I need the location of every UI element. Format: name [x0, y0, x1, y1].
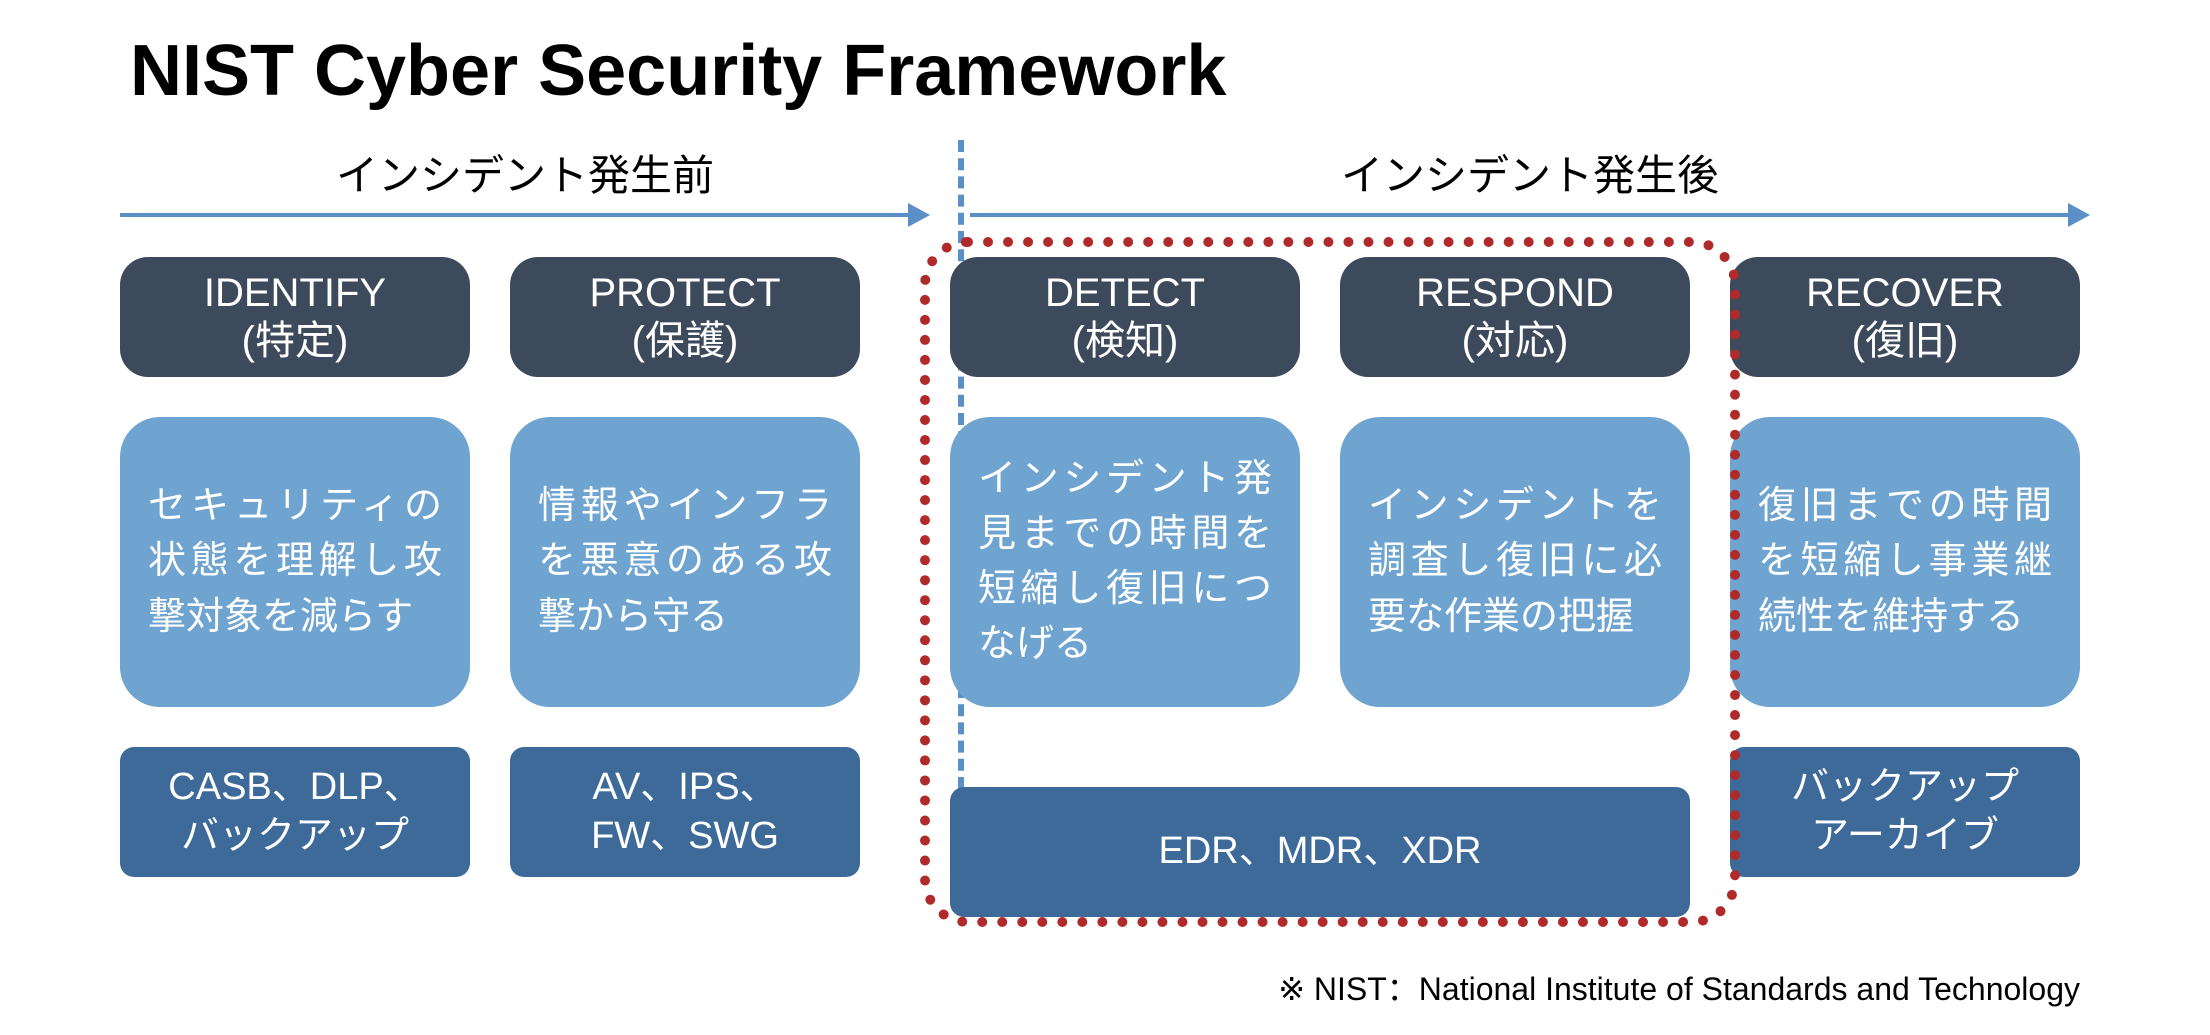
header-jp: (保護) — [632, 317, 739, 365]
page-title: NIST Cyber Security Framework — [130, 30, 2090, 112]
header-recover: RECOVER (復旧) — [1730, 257, 2080, 377]
diagram-page: NIST Cyber Security Framework インシデント発生前 … — [0, 0, 2210, 1035]
desc-protect: 情報やインフラを悪意のある攻撃から守る — [510, 417, 860, 707]
header-en: RECOVER — [1806, 269, 2004, 317]
phase-pre-label: インシデント発生前 — [120, 142, 930, 203]
phase-post: インシデント発生後 — [970, 142, 2090, 227]
phase-pre: インシデント発生前 — [120, 142, 930, 227]
header-detect: DETECT (検知) — [950, 257, 1300, 377]
header-jp: (検知) — [1072, 317, 1179, 365]
desc-identify: セキュリティの状態を理解し攻撃対象を減らす — [120, 417, 470, 707]
tools-detect-respond-merged: EDR、MDR、XDR — [950, 787, 1690, 917]
footnote: ※ NIST：National Institute of Standards a… — [1278, 964, 2080, 1010]
tools-identify: CASB、DLP、 バックアップ — [120, 747, 470, 877]
col-detect: DETECT (検知) インシデント発見までの時間を短縮し復旧につなげる — [950, 257, 1300, 877]
arrow-head-icon — [908, 203, 930, 227]
phase-post-label: インシデント発生後 — [970, 142, 2090, 203]
desc-detect: インシデント発見までの時間を短縮し復旧につなげる — [950, 417, 1300, 707]
col-recover: RECOVER (復旧) 復旧までの時間を短縮し事業継続性を維持する バックアッ… — [1730, 257, 2080, 877]
col-respond: RESPOND (対応) インシデントを調査し復旧に必要な作業の把握 — [1340, 257, 1690, 877]
header-identify: IDENTIFY (特定) — [120, 257, 470, 377]
desc-recover: 復旧までの時間を短縮し事業継続性を維持する — [1730, 417, 2080, 707]
header-jp: (対応) — [1462, 317, 1569, 365]
phase-row: インシデント発生前 インシデント発生後 — [120, 142, 2090, 227]
desc-respond: インシデントを調査し復旧に必要な作業の把握 — [1340, 417, 1690, 707]
tools-recover: バックアップ アーカイブ — [1730, 747, 2080, 877]
arrow-head-icon — [2068, 203, 2090, 227]
header-respond: RESPOND (対応) — [1340, 257, 1690, 377]
header-protect: PROTECT (保護) — [510, 257, 860, 377]
tools-protect: AV、IPS、 FW、SWG — [510, 747, 860, 877]
columns-container: IDENTIFY (特定) セキュリティの状態を理解し攻撃対象を減らす CASB… — [120, 257, 2090, 877]
arrow-pre — [120, 203, 930, 227]
header-en: IDENTIFY — [204, 269, 386, 317]
header-en: PROTECT — [589, 269, 780, 317]
header-en: DETECT — [1045, 269, 1205, 317]
header-jp: (特定) — [242, 317, 349, 365]
header-en: RESPOND — [1416, 269, 1614, 317]
arrow-post — [970, 203, 2090, 227]
header-jp: (復旧) — [1852, 317, 1959, 365]
col-protect: PROTECT (保護) 情報やインフラを悪意のある攻撃から守る AV、IPS、… — [510, 257, 860, 877]
col-identify: IDENTIFY (特定) セキュリティの状態を理解し攻撃対象を減らす CASB… — [120, 257, 470, 877]
